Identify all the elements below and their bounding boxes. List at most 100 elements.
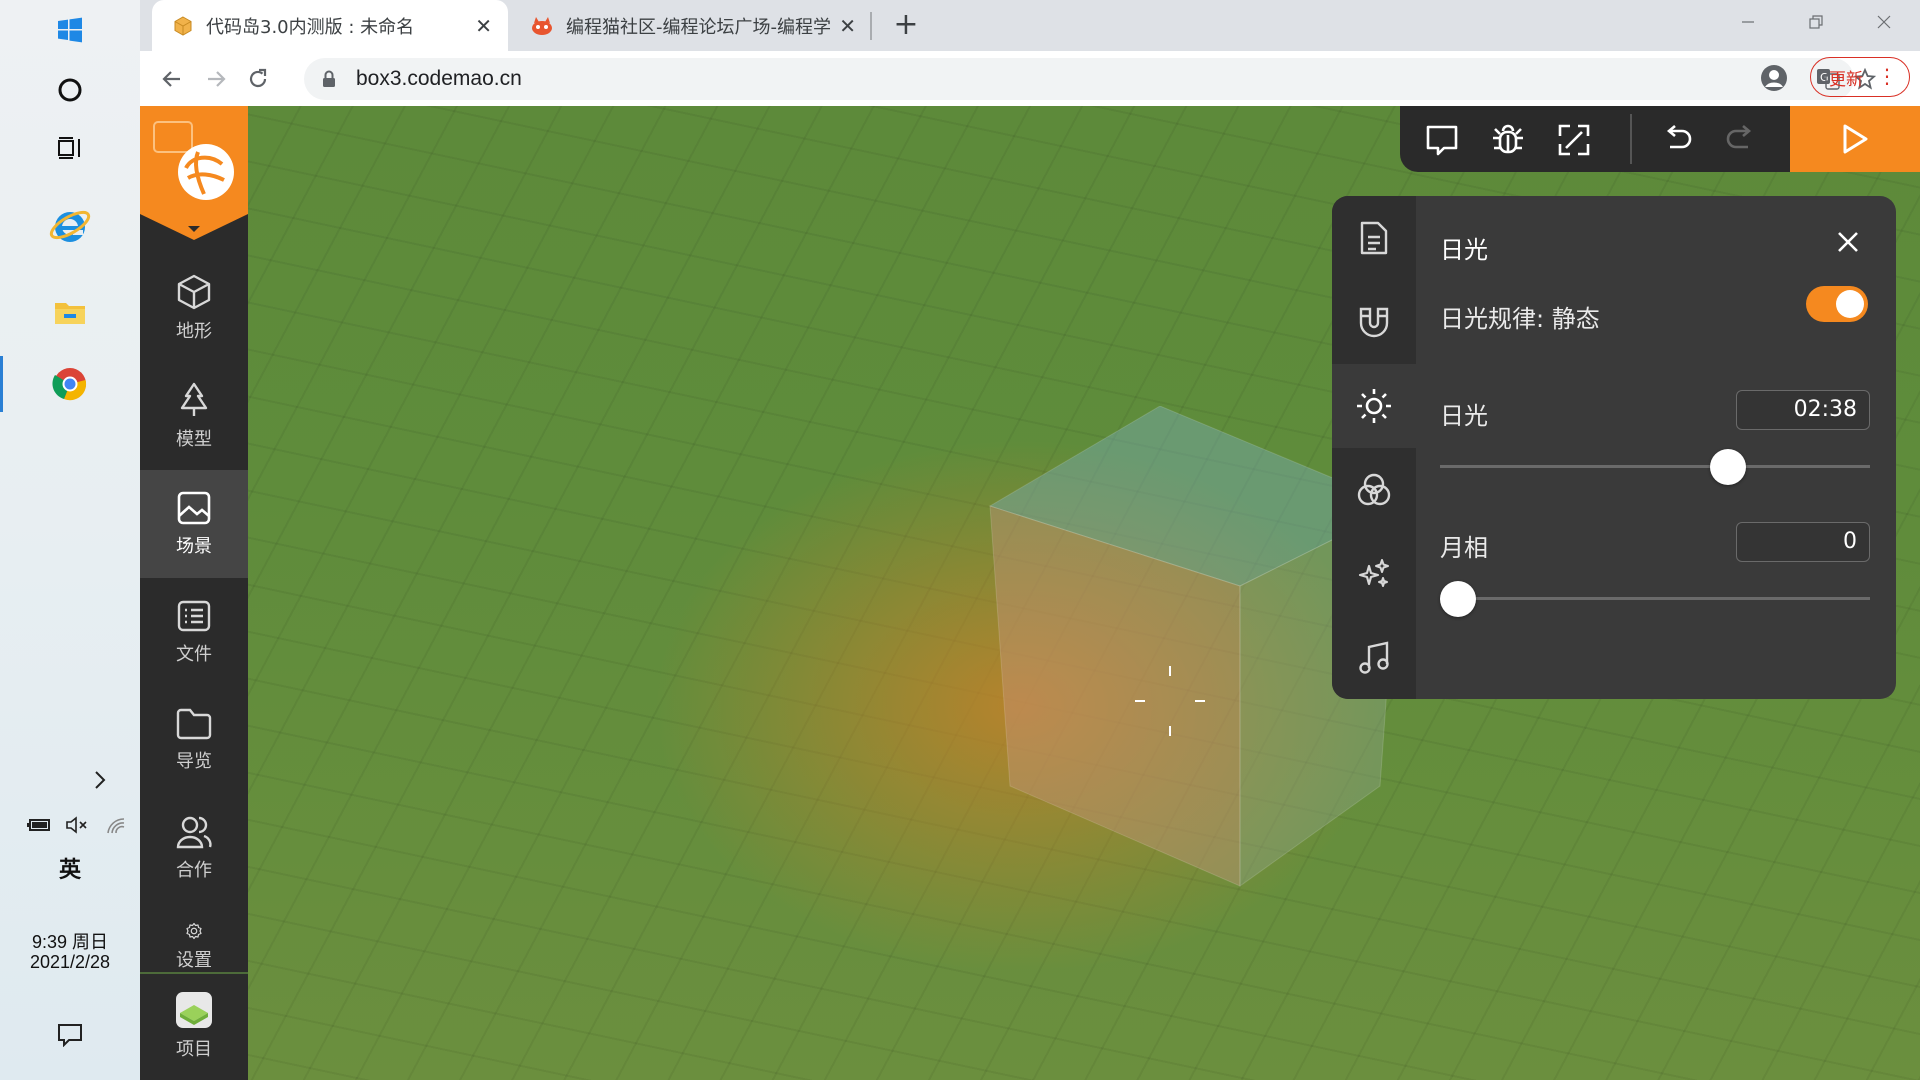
reload-icon	[249, 68, 267, 88]
close-icon	[1877, 15, 1891, 29]
moon-phase-slider[interactable]	[1440, 581, 1870, 617]
windows-taskbar: 英 9:39 周日 2021/2/28	[0, 0, 140, 1080]
codemao-box-logo-icon	[153, 121, 234, 200]
back-button[interactable]	[154, 61, 190, 97]
daylight-properties-panel: 日光 日光规律: 静态 日光 02:38 月相 0	[1332, 196, 1896, 699]
daylight-label: 日光	[1440, 402, 1488, 430]
rail-item-color[interactable]	[1332, 448, 1416, 532]
clock-date[interactable]: 2021/2/28	[0, 952, 140, 973]
profile-avatar-button[interactable]	[1760, 64, 1788, 96]
tab-close-icon[interactable]: ✕	[839, 14, 856, 38]
tab-codemao-community[interactable]: 编程猫社区-编程论坛广场-编程学 ✕	[510, 0, 872, 51]
restore-button[interactable]	[1782, 0, 1850, 44]
lock-icon[interactable]	[322, 70, 336, 88]
chrome-app-button[interactable]	[0, 354, 140, 414]
toolbar-separator	[1630, 114, 1632, 164]
reload-button[interactable]	[240, 61, 276, 97]
redo-icon	[1726, 125, 1752, 149]
image-icon	[177, 491, 211, 525]
sidebar-item-scene[interactable]: 场景	[140, 470, 248, 578]
sidebar-item-settings[interactable]: 设置	[140, 902, 248, 972]
glass-cube-block[interactable]	[840, 406, 1400, 966]
sidebar-item-models[interactable]: 模型	[140, 362, 248, 470]
clock-time[interactable]: 9:39 周日	[0, 928, 140, 954]
rail-item-music[interactable]	[1332, 616, 1416, 699]
tab-title: 编程猫社区-编程论坛广场-编程学	[566, 16, 831, 38]
rail-item-document[interactable]	[1332, 196, 1416, 280]
ie-app-button[interactable]	[0, 195, 140, 257]
rail-item-effects[interactable]	[1332, 532, 1416, 616]
tab-title: 代码岛3.0内测版 : 未命名	[206, 16, 415, 38]
sidebar-item-collaborate[interactable]: 合作	[140, 794, 248, 902]
sun-icon	[1357, 389, 1391, 423]
tab-separator	[870, 12, 872, 40]
sidebar-item-label: 地形	[176, 321, 212, 342]
close-window-button[interactable]	[1850, 0, 1918, 44]
search-cortana-button[interactable]	[0, 60, 140, 120]
browser-window: 代码岛3.0内测版 : 未命名 ✕ 编程猫社区-编程论坛广场-编程学 ✕ + b…	[140, 0, 1920, 1080]
volume-button[interactable]	[57, 805, 97, 845]
undo-button[interactable]	[1656, 118, 1700, 162]
close-icon	[1838, 232, 1858, 252]
new-tab-button[interactable]: +	[888, 8, 924, 44]
input-language-indicator[interactable]: 英	[0, 852, 140, 884]
panel-close-button[interactable]	[1832, 226, 1864, 258]
daylight-slider-handle[interactable]	[1710, 449, 1747, 485]
undo-icon	[1666, 125, 1692, 149]
notification-icon	[58, 1024, 82, 1047]
rail-item-physics[interactable]	[1332, 280, 1416, 364]
rail-item-daylight[interactable]	[1332, 364, 1416, 448]
panel-category-rail	[1332, 196, 1416, 699]
battery-button[interactable]	[20, 805, 60, 845]
music-note-icon	[1359, 641, 1389, 674]
daylight-slider[interactable]	[1440, 449, 1870, 485]
update-chrome-button[interactable]: 更新 ⋮	[1810, 57, 1910, 97]
address-bar[interactable]: box3.codemao.cn G	[304, 58, 1876, 100]
comment-button[interactable]	[1420, 118, 1464, 162]
action-center-button[interactable]	[0, 1005, 140, 1065]
sidebar-item-files[interactable]: 文件	[140, 578, 248, 686]
tree-icon	[180, 382, 208, 416]
tab-codemao-box[interactable]: 代码岛3.0内测版 : 未命名 ✕	[152, 0, 508, 51]
chevron-right-icon	[95, 771, 106, 789]
bug-icon	[1493, 124, 1523, 154]
redo-button[interactable]	[1718, 118, 1762, 162]
daylight-rule-toggle[interactable]	[1806, 286, 1868, 322]
url-text[interactable]: box3.codemao.cn	[356, 67, 522, 91]
tab-strip: 代码岛3.0内测版 : 未命名 ✕ 编程猫社区-编程论坛广场-编程学 ✕ +	[140, 0, 1920, 51]
moon-phase-input[interactable]: 0	[1736, 522, 1870, 562]
codemao-favicon-icon	[532, 16, 552, 35]
start-button[interactable]	[0, 0, 140, 60]
file-explorer-button[interactable]	[0, 282, 140, 342]
editor-sidebar: 地形 模型 场景 文件 导览 合作 设置 项目	[140, 106, 248, 1080]
arrow-left-icon	[162, 71, 180, 87]
minimize-button[interactable]	[1714, 0, 1782, 44]
tray-expand-button[interactable]	[80, 760, 120, 800]
task-view-button[interactable]	[0, 118, 140, 178]
daylight-time-input[interactable]: 02:38	[1736, 390, 1870, 430]
sidebar-item-label: 场景	[176, 536, 212, 557]
users-icon	[176, 816, 212, 849]
logo-block[interactable]	[140, 106, 248, 214]
forward-button[interactable]	[198, 61, 234, 97]
fullscreen-button[interactable]	[1552, 118, 1596, 162]
chat-bubble-icon	[1426, 125, 1458, 156]
caret-down-icon[interactable]	[186, 224, 202, 234]
network-button[interactable]	[96, 805, 136, 845]
sidebar-item-label: 合作	[176, 860, 212, 881]
sidebar-item-guide[interactable]: 导览	[140, 686, 248, 794]
3d-scene-viewport[interactable]: 地形 模型 场景 文件 导览 合作 设置 项目 日光 日光规律: 静态 日光 0…	[140, 106, 1920, 1080]
color-circles-icon	[1357, 473, 1391, 506]
panel-title: 日光	[1440, 236, 1488, 264]
moon-phase-slider-handle[interactable]	[1440, 581, 1476, 617]
battery-icon	[27, 819, 50, 831]
tab-close-icon[interactable]: ✕	[475, 14, 492, 38]
play-icon	[1843, 124, 1868, 154]
chrome-icon	[52, 368, 87, 401]
sidebar-item-terrain[interactable]: 地形	[140, 254, 248, 362]
debug-button[interactable]	[1486, 118, 1530, 162]
more-menu-icon: ⋮	[1877, 64, 1897, 88]
sidebar-item-label: 导览	[176, 751, 212, 772]
run-play-button[interactable]	[1790, 106, 1920, 172]
sidebar-item-project[interactable]: 项目	[140, 972, 248, 1080]
